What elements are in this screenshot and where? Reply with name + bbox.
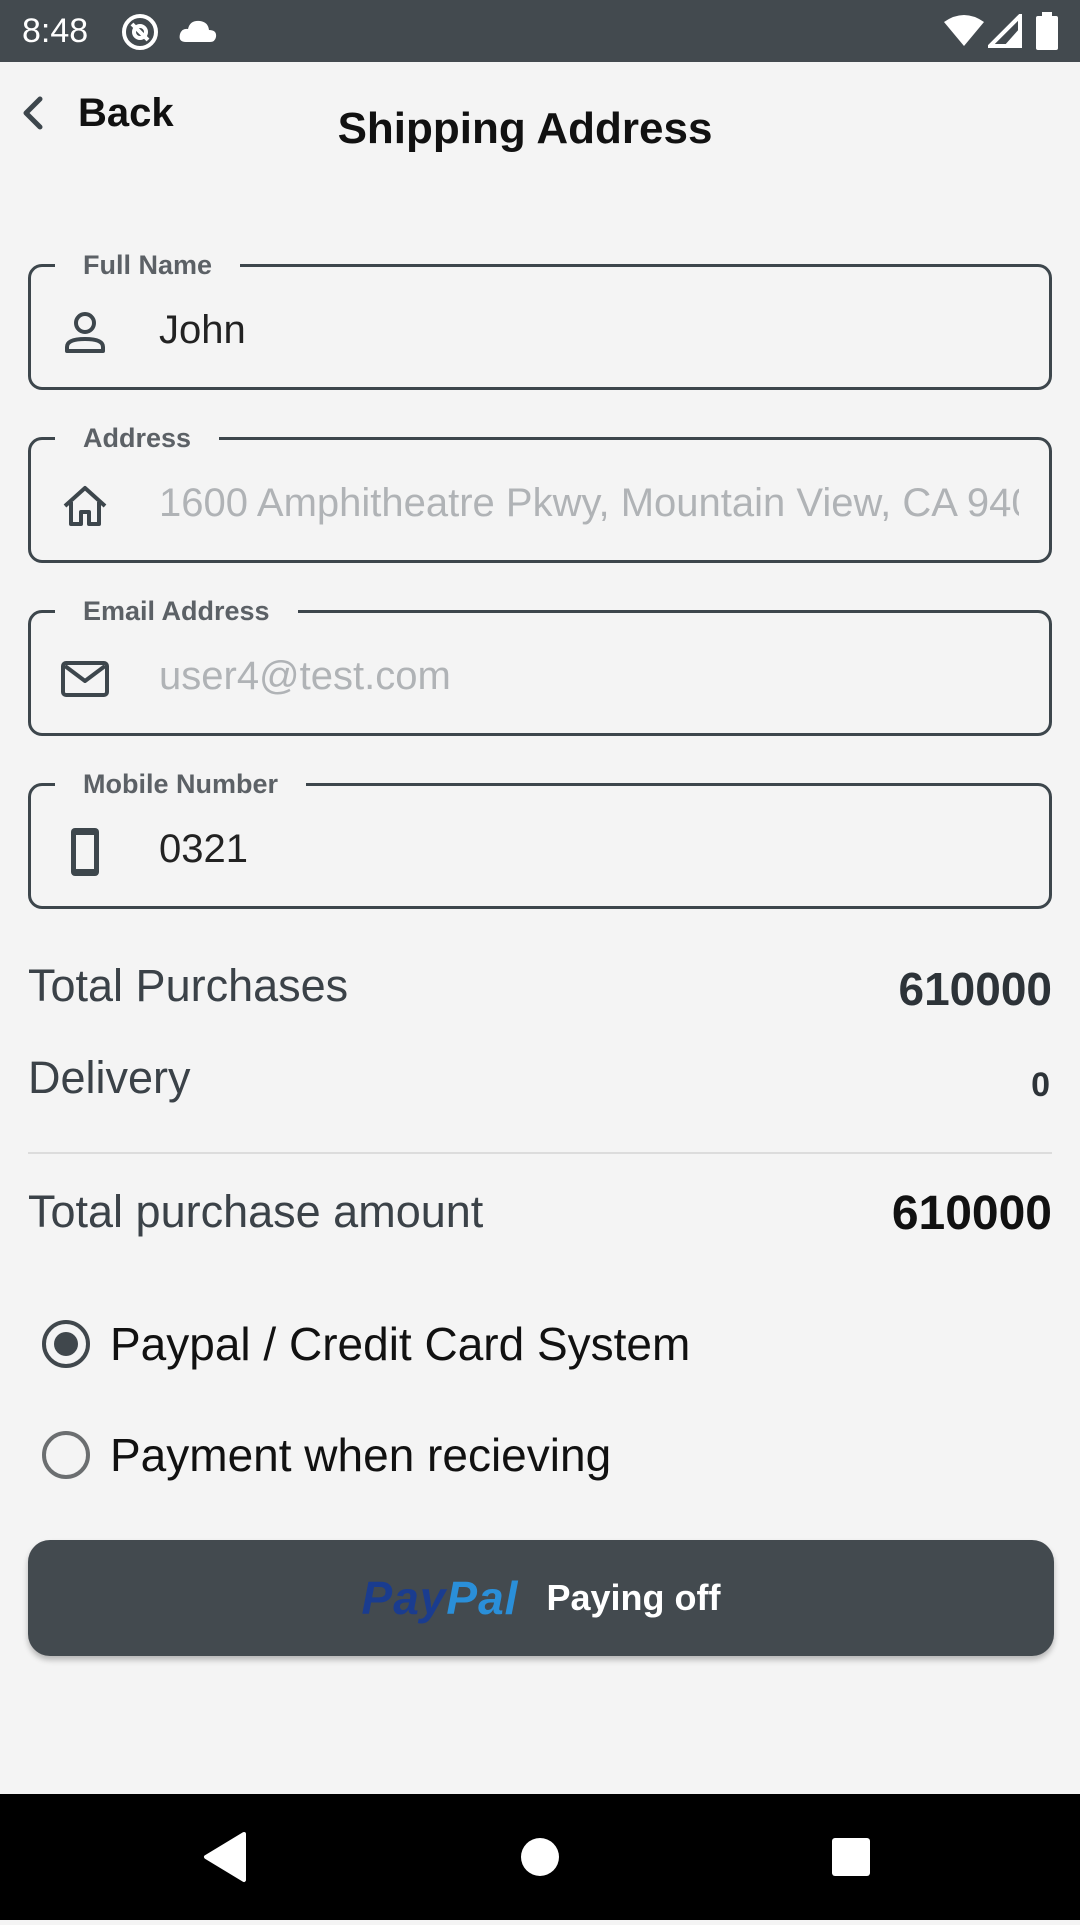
summary-divider — [28, 1152, 1052, 1154]
payment-option-label: Paypal / Credit Card System — [110, 1318, 691, 1370]
paying-off-label: Paying off — [546, 1577, 721, 1618]
nav-back-button[interactable] — [166, 1794, 286, 1920]
full-name-label: Full Name — [55, 247, 241, 283]
payment-option-on-delivery[interactable]: Payment when recieving — [42, 1425, 611, 1485]
page-title: Shipping Address — [337, 104, 713, 153]
full-name-field[interactable]: Full Name John — [28, 247, 1052, 390]
address-field[interactable]: Address 1600 Amphitheatre Pkwy, Mountain… — [28, 420, 1052, 563]
recents-square-icon — [832, 1838, 870, 1876]
delivery-label: Delivery — [28, 1052, 191, 1103]
total-amount-value: 610000 — [891, 1187, 1052, 1240]
system-nav-bar — [0, 1794, 1080, 1920]
phone-icon — [71, 828, 99, 876]
total-amount-label: Total purchase amount — [28, 1186, 484, 1237]
person-icon — [65, 312, 105, 353]
nav-recents-button[interactable] — [791, 1794, 911, 1920]
status-bar: 8:48 — [0, 0, 1080, 62]
payment-option-paypal[interactable]: Paypal / Credit Card System — [42, 1314, 690, 1374]
email-field[interactable]: Email Address user4@test.com — [28, 593, 1052, 736]
paying-off-button[interactable]: PayPal Paying off — [28, 1540, 1054, 1656]
nav-home-button[interactable] — [480, 1794, 600, 1920]
total-amount-row: Total purchase amount 610000 — [28, 1186, 1052, 1246]
radio-on-delivery[interactable] — [42, 1431, 90, 1479]
email-input[interactable]: user4@test.com — [159, 651, 1019, 701]
cloud-icon — [179, 20, 217, 42]
delivery-row: Delivery 0 — [28, 1052, 1052, 1112]
at-sign-icon — [122, 14, 158, 50]
mobile-input[interactable]: 0321 — [159, 824, 1019, 874]
delivery-value: 0 — [1031, 1066, 1050, 1104]
home-circle-icon — [521, 1838, 559, 1876]
full-name-input[interactable]: John — [159, 305, 1019, 355]
total-purchases-value: 610000 — [898, 963, 1053, 1015]
back-triangle-icon — [204, 1832, 246, 1882]
total-purchases-row: Total Purchases 610000 — [28, 960, 1052, 1020]
paypal-logo: PayPal — [361, 1572, 519, 1624]
battery-icon — [1036, 12, 1058, 50]
address-label: Address — [55, 420, 220, 456]
wifi-icon — [944, 15, 984, 46]
payment-option-label: Payment when recieving — [110, 1429, 612, 1481]
mobile-label: Mobile Number — [55, 766, 307, 802]
home-icon — [63, 486, 107, 526]
address-input[interactable]: 1600 Amphitheatre Pkwy, Mountain View, C… — [159, 478, 1019, 528]
email-label: Email Address — [55, 593, 298, 629]
status-time: 8:48 — [22, 12, 89, 50]
radio-paypal[interactable] — [42, 1320, 90, 1368]
mobile-field[interactable]: Mobile Number 0321 — [28, 766, 1052, 909]
total-purchases-label: Total Purchases — [28, 960, 349, 1011]
mail-icon — [61, 661, 109, 697]
signal-icon — [988, 14, 1022, 48]
